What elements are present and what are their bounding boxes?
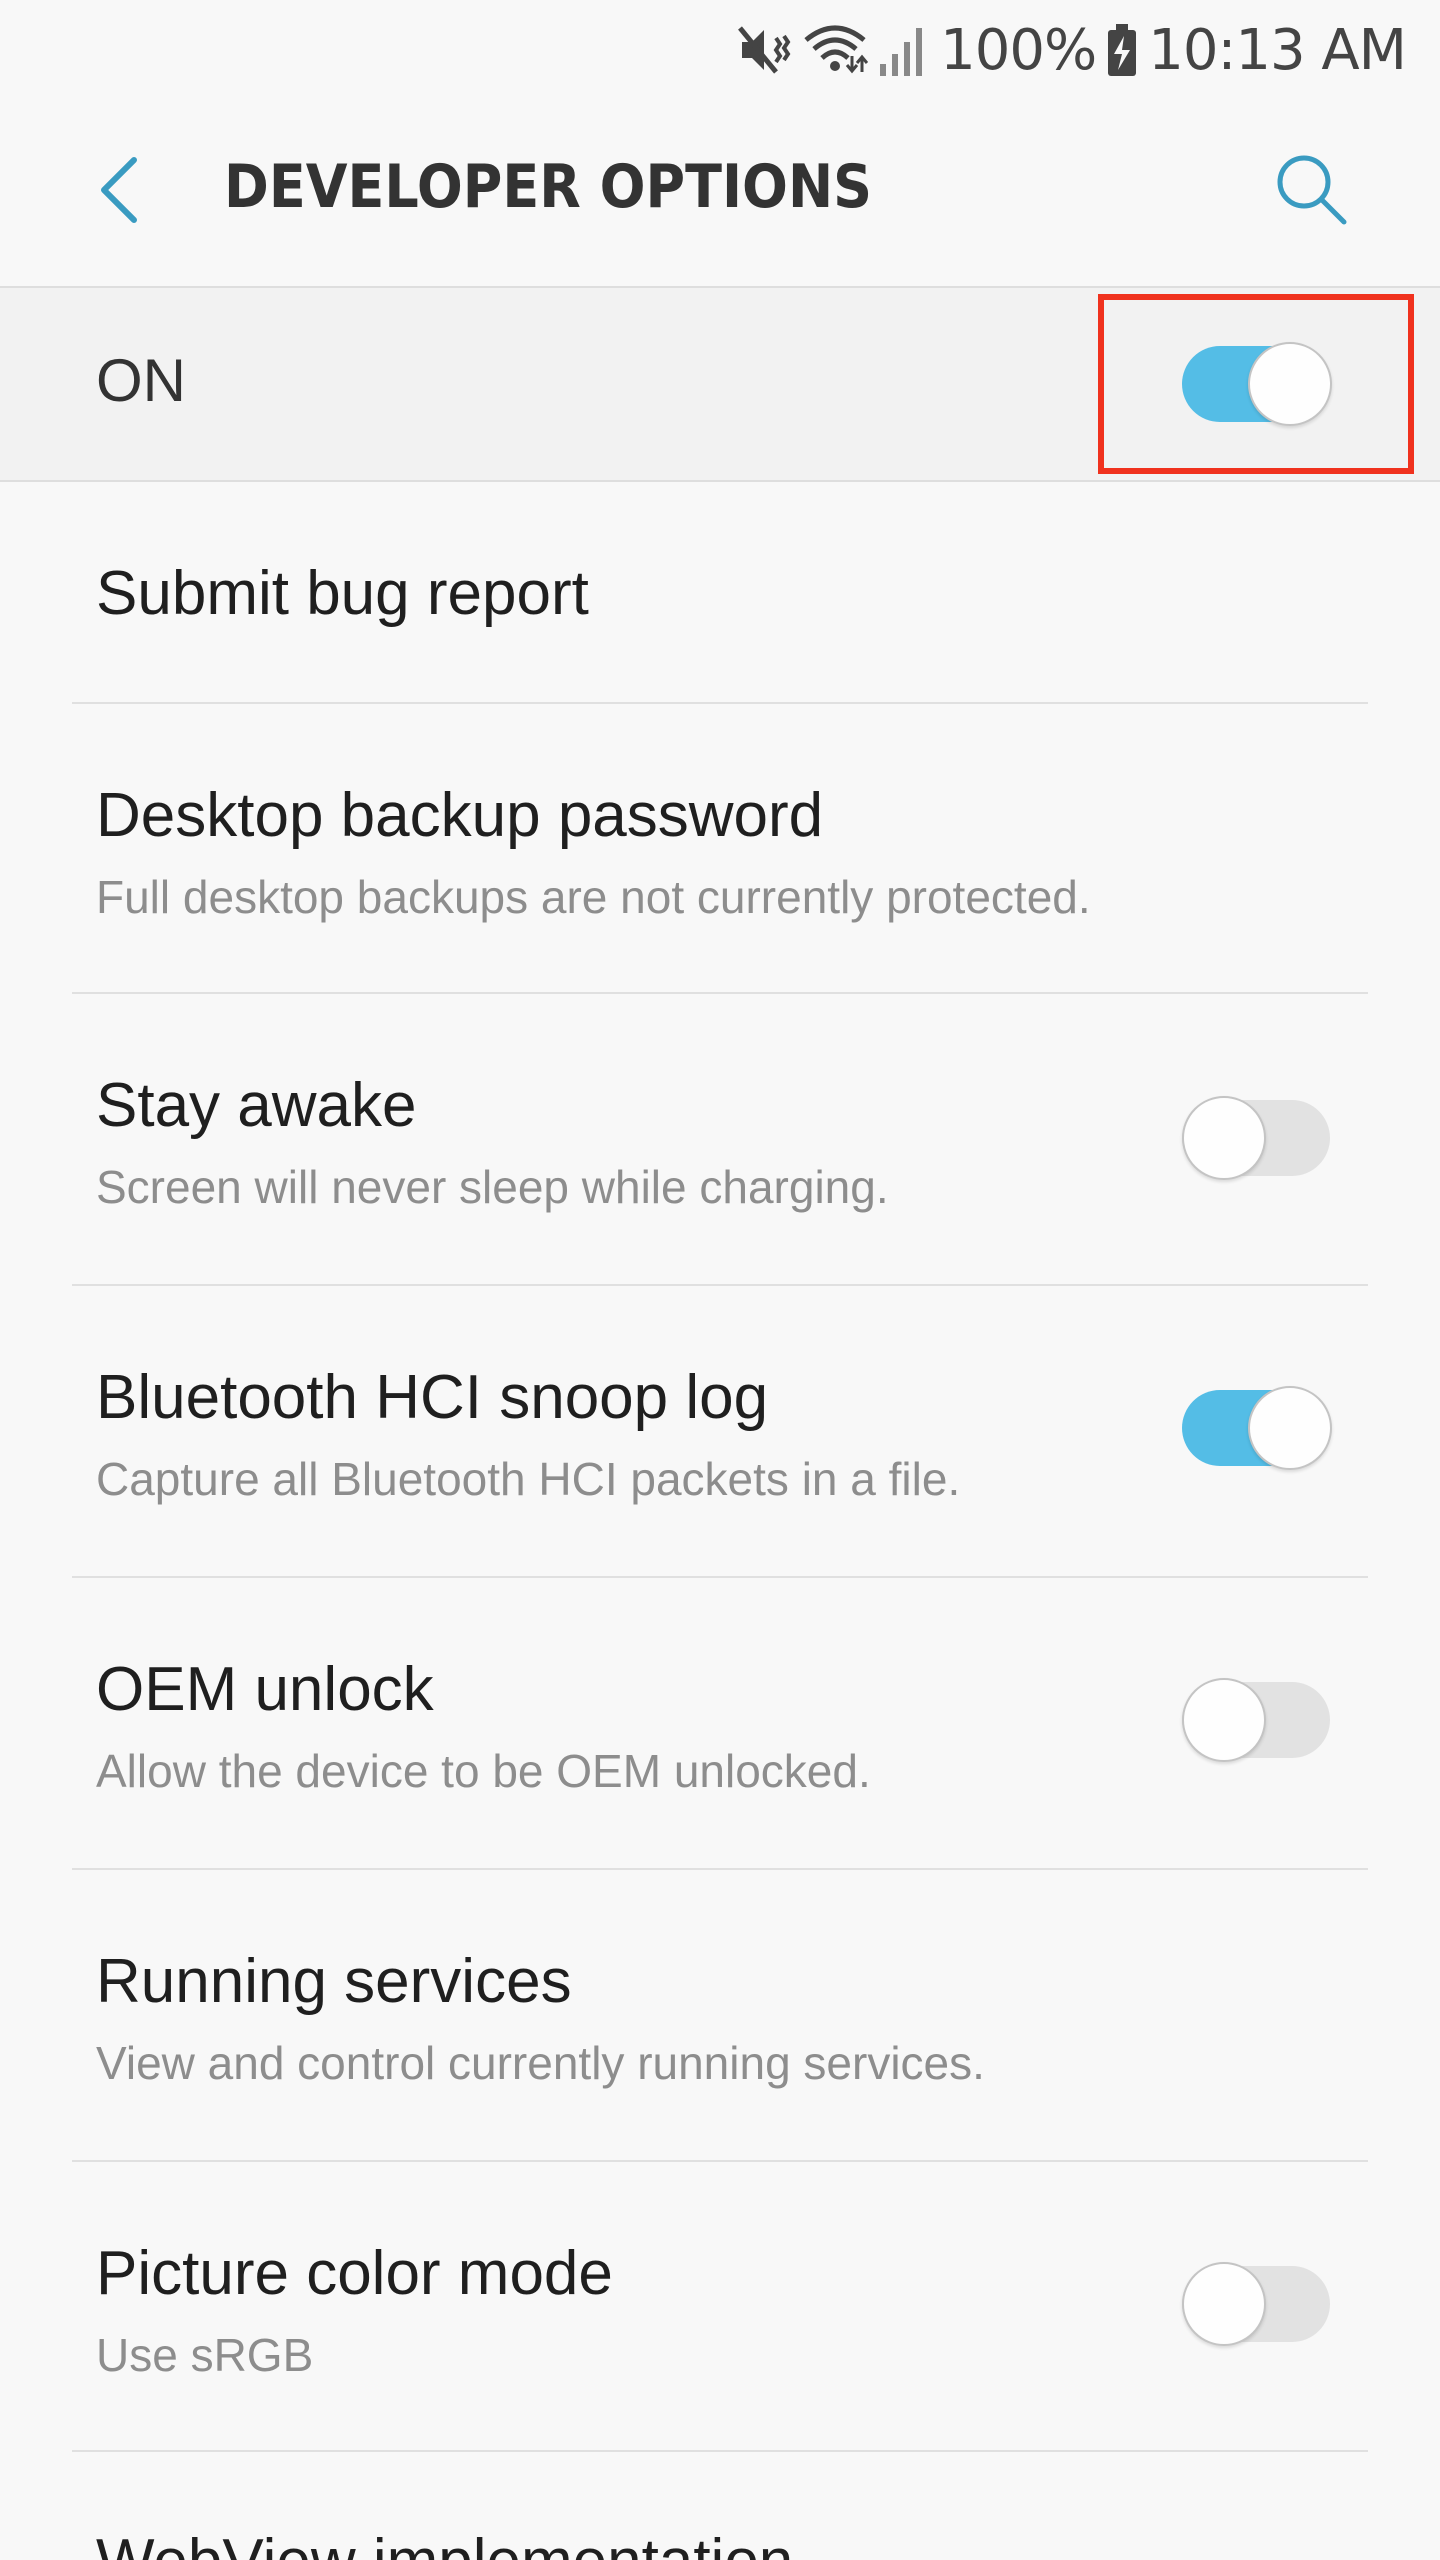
wifi-icon bbox=[802, 22, 869, 78]
setting-title: Bluetooth HCI snoop log bbox=[96, 1363, 769, 1432]
setting-title: Stay awake bbox=[96, 1071, 417, 1140]
search-icon bbox=[1272, 150, 1352, 235]
picture-color-mode-toggle[interactable] bbox=[1182, 2262, 1332, 2346]
mute-vibrate-icon bbox=[736, 22, 792, 78]
setting-oem-unlock[interactable]: OEM unlock Allow the device to be OEM un… bbox=[0, 1578, 1440, 1868]
setting-stay-awake[interactable]: Stay awake Screen will never sleep while… bbox=[0, 994, 1440, 1284]
stay-awake-toggle[interactable] bbox=[1182, 1096, 1332, 1180]
setting-submit-bug-report[interactable]: Submit bug report bbox=[0, 484, 1440, 702]
master-switch-label: ON bbox=[96, 347, 186, 414]
battery-percent: 100% bbox=[940, 17, 1097, 83]
chevron-left-icon bbox=[90, 154, 150, 231]
setting-title: Running services bbox=[96, 1947, 572, 2016]
setting-webview-implementation[interactable]: WebView implementation bbox=[0, 2452, 1440, 2560]
setting-running-services[interactable]: Running services View and control curren… bbox=[0, 1870, 1440, 2160]
oem-unlock-toggle[interactable] bbox=[1182, 1678, 1332, 1762]
switch-knob bbox=[1248, 1386, 1332, 1470]
setting-title: Desktop backup password bbox=[96, 781, 824, 850]
switch-knob bbox=[1182, 2262, 1266, 2346]
setting-summary: Full desktop backups are not currently p… bbox=[96, 871, 1091, 923]
setting-picture-color-mode[interactable]: Picture color mode Use sRGB bbox=[0, 2162, 1440, 2452]
setting-desktop-backup-password[interactable]: Desktop backup password Full desktop bac… bbox=[0, 704, 1440, 992]
setting-bluetooth-hci-snoop-log[interactable]: Bluetooth HCI snoop log Capture all Blue… bbox=[0, 1286, 1440, 1576]
setting-title: Picture color mode bbox=[96, 2239, 613, 2308]
status-bar: 100% 10:13 AM bbox=[0, 0, 1440, 100]
highlight-box bbox=[1098, 294, 1414, 474]
switch-knob bbox=[1182, 1096, 1266, 1180]
switch-knob bbox=[1182, 1678, 1266, 1762]
page-title: DEVELOPER OPTIONS bbox=[224, 152, 873, 222]
app-bar: DEVELOPER OPTIONS bbox=[0, 100, 1440, 286]
setting-summary: Capture all Bluetooth HCI packets in a f… bbox=[96, 1453, 961, 1505]
setting-summary: View and control currently running servi… bbox=[96, 2037, 985, 2089]
setting-title: WebView implementation bbox=[96, 2526, 793, 2560]
back-button[interactable] bbox=[70, 142, 170, 242]
search-button[interactable] bbox=[1262, 142, 1362, 242]
setting-summary: Use sRGB bbox=[96, 2329, 314, 2381]
setting-title: Submit bug report bbox=[96, 559, 589, 628]
battery-charging-icon bbox=[1106, 22, 1138, 78]
signal-icon bbox=[878, 22, 930, 78]
setting-title: OEM unlock bbox=[96, 1655, 434, 1724]
setting-summary: Screen will never sleep while charging. bbox=[96, 1161, 889, 1213]
status-time: 10:13 AM bbox=[1148, 17, 1407, 83]
bluetooth-hci-snoop-log-toggle[interactable] bbox=[1182, 1386, 1332, 1470]
setting-summary: Allow the device to be OEM unlocked. bbox=[96, 1745, 871, 1797]
